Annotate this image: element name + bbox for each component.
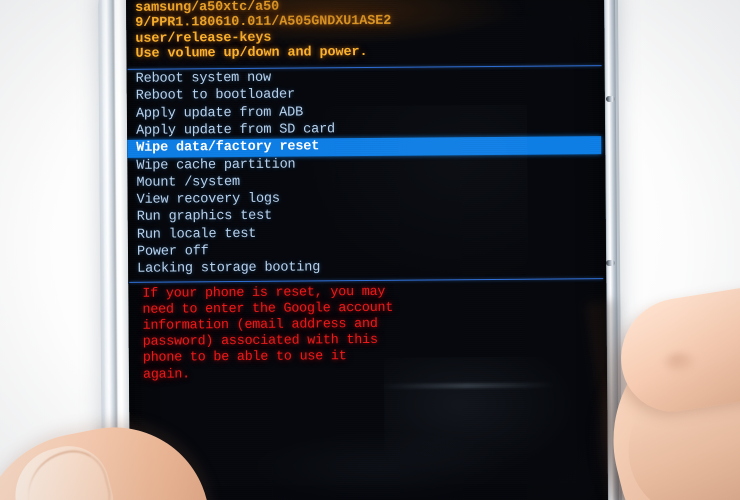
reset-warning-message: If your phone is reset, you may need to … bbox=[128, 280, 607, 384]
phone-screen: Android Recovery samsung/a50xtc/a50 9/PP… bbox=[125, 0, 609, 500]
header-line-instructions: Use volume up/down and power. bbox=[135, 44, 368, 62]
power-button[interactable] bbox=[605, 259, 616, 267]
volume-button[interactable] bbox=[605, 95, 616, 103]
recovery-console: Android Recovery samsung/a50xtc/a50 9/PP… bbox=[125, 0, 607, 384]
screenshot-root: Android Recovery samsung/a50xtc/a50 9/PP… bbox=[0, 0, 740, 500]
menu-item-lacking-storage-booting[interactable]: Lacking storage booting bbox=[128, 257, 606, 278]
screen-reflection-streak bbox=[379, 382, 555, 389]
screen-reflection-bottom bbox=[249, 429, 510, 500]
recovery-menu: Reboot system now Reboot to bootloader A… bbox=[127, 67, 607, 278]
recovery-header: Android Recovery samsung/a50xtc/a50 9/PP… bbox=[125, 0, 605, 64]
